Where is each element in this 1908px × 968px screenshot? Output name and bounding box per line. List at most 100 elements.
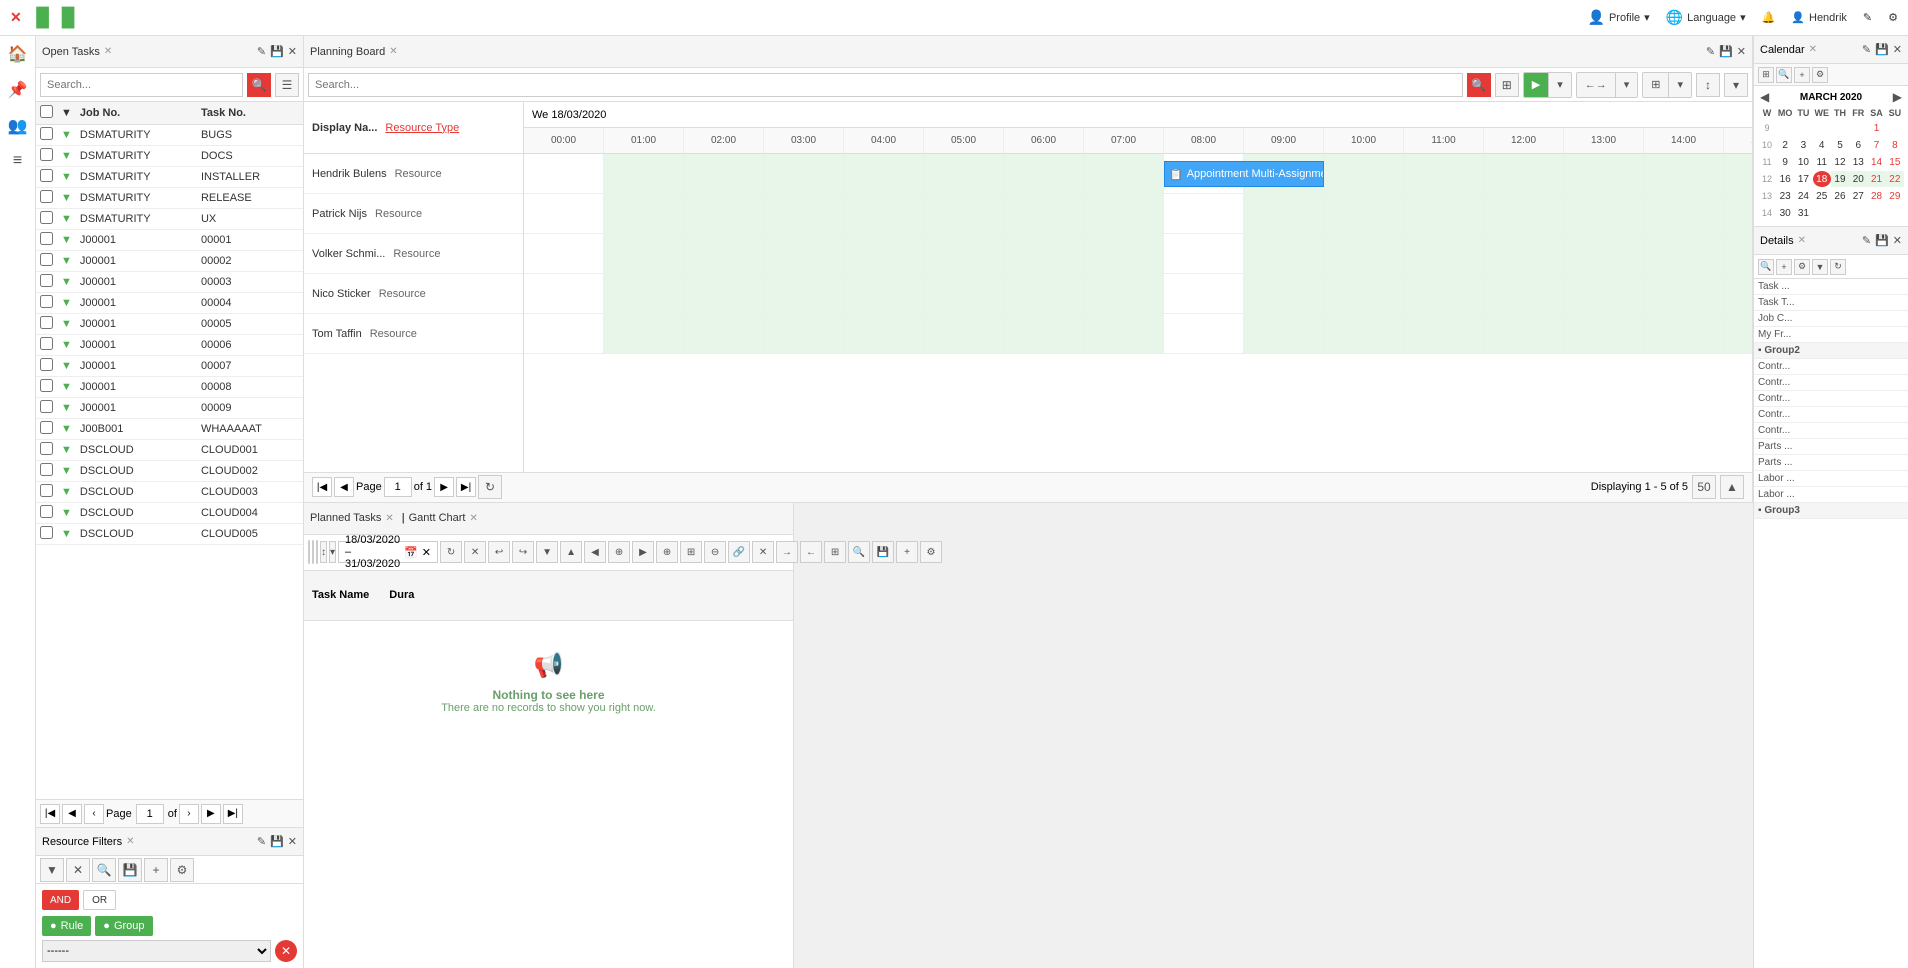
cal-day[interactable]: 5: [1831, 137, 1849, 153]
cal-day[interactable]: 19: [1831, 171, 1849, 187]
row-checkbox[interactable]: [40, 274, 53, 287]
cal-day[interactable]: 17: [1794, 171, 1812, 187]
details-save-icon[interactable]: 💾: [1875, 234, 1889, 247]
pb-last-page[interactable]: ▶|: [456, 477, 476, 497]
task-list-item[interactable]: ▼ DSCLOUD CLOUD002: [36, 461, 303, 482]
rf-or-button[interactable]: OR: [83, 890, 116, 910]
cal-day[interactable]: [1849, 120, 1867, 136]
gantt-expand2-btn[interactable]: ▲: [560, 541, 582, 563]
cal-day[interactable]: 1: [1867, 120, 1885, 136]
row-checkbox[interactable]: [40, 442, 53, 455]
pb-play-dropdown[interactable]: ▾: [1549, 73, 1571, 97]
row-checkbox[interactable]: [40, 358, 53, 371]
details-close[interactable]: ✕: [1798, 235, 1806, 246]
profile-menu[interactable]: 👤 Profile ▾: [1588, 9, 1650, 26]
sidebar-home-icon[interactable]: 🏠: [8, 44, 28, 64]
cal-day[interactable]: [1813, 205, 1831, 221]
gantt-unlink-btn[interactable]: ✕: [752, 541, 774, 563]
pb-view-dropdown[interactable]: ▾: [1669, 73, 1691, 97]
cal-day[interactable]: 10: [1794, 154, 1812, 170]
cal-day[interactable]: 2: [1776, 137, 1794, 153]
gantt-columns-btn[interactable]: ⊞: [824, 541, 846, 563]
gantt-collapse-btn[interactable]: ▼: [536, 541, 558, 563]
cal-day[interactable]: 18: [1813, 171, 1831, 187]
task-list-item[interactable]: ▼ DSCLOUD CLOUD003: [36, 482, 303, 503]
pb-appointment[interactable]: 📋Appointment Multi-Assignment: [1164, 161, 1324, 187]
rf-row-delete-btn[interactable]: ✕: [275, 940, 297, 962]
pb-view-btn[interactable]: ⊞: [1643, 73, 1669, 97]
task-list-item[interactable]: ▼ J00001 00003: [36, 272, 303, 293]
pb-arrows-dropdown[interactable]: ▾: [1616, 73, 1638, 97]
gantt-nav-left[interactable]: ◀: [584, 541, 606, 563]
pb-search-btn[interactable]: 🔍: [1467, 73, 1491, 97]
user-menu[interactable]: 👤 Hendrik: [1791, 11, 1847, 24]
gantt-add-btn[interactable]: +: [896, 541, 918, 563]
row-filter-icon[interactable]: ▼: [57, 503, 76, 524]
cal-day[interactable]: [1831, 205, 1849, 221]
gantt-close-range[interactable]: ✕: [422, 546, 431, 559]
row-checkbox[interactable]: [40, 484, 53, 497]
cal-day[interactable]: 7: [1867, 137, 1885, 153]
open-tasks-search[interactable]: [40, 73, 243, 97]
gantt-calendar-icon[interactable]: 📅: [404, 546, 418, 559]
det-add-btn[interactable]: +: [1776, 259, 1792, 275]
det-search-btn[interactable]: 🔍: [1758, 259, 1774, 275]
gantt-lr-btn[interactable]: ←→: [313, 541, 314, 563]
gantt-zoom-fit[interactable]: ⊞: [680, 541, 702, 563]
row-checkbox[interactable]: [40, 379, 53, 392]
row-filter-icon[interactable]: ▼: [57, 188, 76, 209]
det-refresh-btn[interactable]: ↻: [1830, 259, 1846, 275]
cal-day[interactable]: 21: [1867, 171, 1885, 187]
cal-day[interactable]: 11: [1813, 154, 1831, 170]
gantt-undo-btn[interactable]: ↩: [488, 541, 510, 563]
cal-day[interactable]: [1776, 120, 1794, 136]
pb-left-arrow[interactable]: ←→: [1577, 73, 1616, 97]
open-tasks-search-btn[interactable]: 🔍: [247, 73, 271, 97]
settings-button[interactable]: ⚙: [1888, 11, 1898, 24]
task-list-item[interactable]: ▼ J00001 00005: [36, 314, 303, 335]
rf-settings-btn[interactable]: ⚙: [170, 858, 194, 882]
gantt-search-btn[interactable]: 🔍: [848, 541, 870, 563]
sidebar-menu-icon[interactable]: ≡: [13, 152, 22, 170]
cal-day[interactable]: 15: [1886, 154, 1904, 170]
task-list-item[interactable]: ▼ DSMATURITY BUGS: [36, 125, 303, 146]
cal-day[interactable]: [1867, 205, 1885, 221]
row-filter-icon[interactable]: ▼: [57, 524, 76, 545]
cal-close2-icon[interactable]: ✕: [1893, 43, 1902, 56]
sidebar-users-icon[interactable]: 👥: [8, 116, 28, 136]
gantt-link-btn[interactable]: 🔗: [728, 541, 750, 563]
calendar-close[interactable]: ✕: [1809, 44, 1817, 55]
row-filter-icon[interactable]: ▼: [57, 167, 76, 188]
row-filter-icon[interactable]: ▼: [57, 251, 76, 272]
row-checkbox[interactable]: [40, 211, 53, 224]
cal-day[interactable]: 6: [1849, 137, 1867, 153]
cal-edit-icon[interactable]: ✎: [1862, 43, 1871, 56]
pb-search-input[interactable]: [308, 73, 1463, 97]
row-filter-icon[interactable]: ▼: [57, 419, 76, 440]
gantt-x-btn[interactable]: ✕: [464, 541, 486, 563]
next-page-btn[interactable]: ›: [179, 804, 199, 824]
task-list-item[interactable]: ▼ DSMATURITY RELEASE: [36, 188, 303, 209]
cal-day[interactable]: 8: [1886, 137, 1904, 153]
last-page-btn[interactable]: ▶|: [223, 804, 243, 824]
open-tasks-close[interactable]: ✕: [104, 46, 112, 57]
prev-page-btn2[interactable]: ‹: [84, 804, 104, 824]
pb-page-size-btn[interactable]: 50: [1692, 475, 1716, 499]
open-tasks-save-icon[interactable]: 💾: [270, 45, 284, 58]
task-list-item[interactable]: ▼ J00B001 WHAAAAAT: [36, 419, 303, 440]
gantt-outdent-btn[interactable]: ←: [800, 541, 822, 563]
row-filter-icon[interactable]: ▼: [57, 230, 76, 251]
rf-search-btn[interactable]: 🔍: [92, 858, 116, 882]
row-checkbox[interactable]: [40, 463, 53, 476]
row-checkbox[interactable]: [40, 400, 53, 413]
gantt-today-btn[interactable]: ⊕: [608, 541, 630, 563]
task-list-item[interactable]: ▼ J00001 00006: [36, 335, 303, 356]
next-page-btn2[interactable]: ▶: [201, 804, 221, 824]
gantt-redo-btn[interactable]: ↪: [512, 541, 534, 563]
cal-day[interactable]: 26: [1831, 188, 1849, 204]
cal-day[interactable]: [1794, 120, 1812, 136]
gantt-save-btn[interactable]: 💾: [872, 541, 894, 563]
page-number-input[interactable]: [136, 804, 164, 824]
pb-close2-icon[interactable]: ✕: [1737, 45, 1746, 58]
gantt-dropdown-btn[interactable]: ▾: [329, 541, 336, 563]
